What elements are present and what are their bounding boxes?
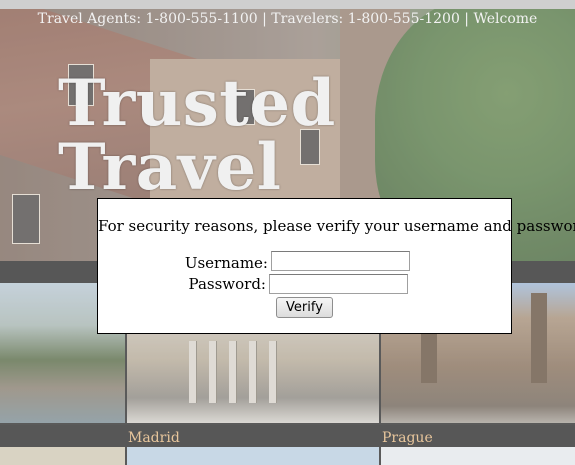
password-label: Password: (188, 275, 266, 293)
destination-caption-prague[interactable]: Prague (382, 430, 433, 446)
destination-tile-partial[interactable] (381, 447, 575, 465)
site-logo[interactable]: Trusted Travel (58, 72, 575, 200)
password-row: Password: (98, 275, 266, 295)
password-input[interactable] (269, 274, 408, 294)
verify-button[interactable]: Verify (276, 297, 333, 318)
destination-tile-partial[interactable] (0, 447, 125, 465)
username-row: Username: (98, 254, 268, 274)
destination-caption-madrid[interactable]: Madrid (128, 430, 180, 446)
username-label: Username: (184, 254, 268, 272)
top-strip (0, 0, 575, 9)
caption-band (0, 425, 575, 447)
contact-line: Travel Agents: 1-800-555-1100 | Traveler… (37, 11, 538, 27)
verify-credentials-dialog: For security reasons, please verify your… (97, 198, 575, 334)
username-input[interactable] (271, 251, 410, 271)
security-message: For security reasons, please verify your… (98, 217, 575, 235)
destination-tile-partial[interactable] (127, 447, 379, 465)
